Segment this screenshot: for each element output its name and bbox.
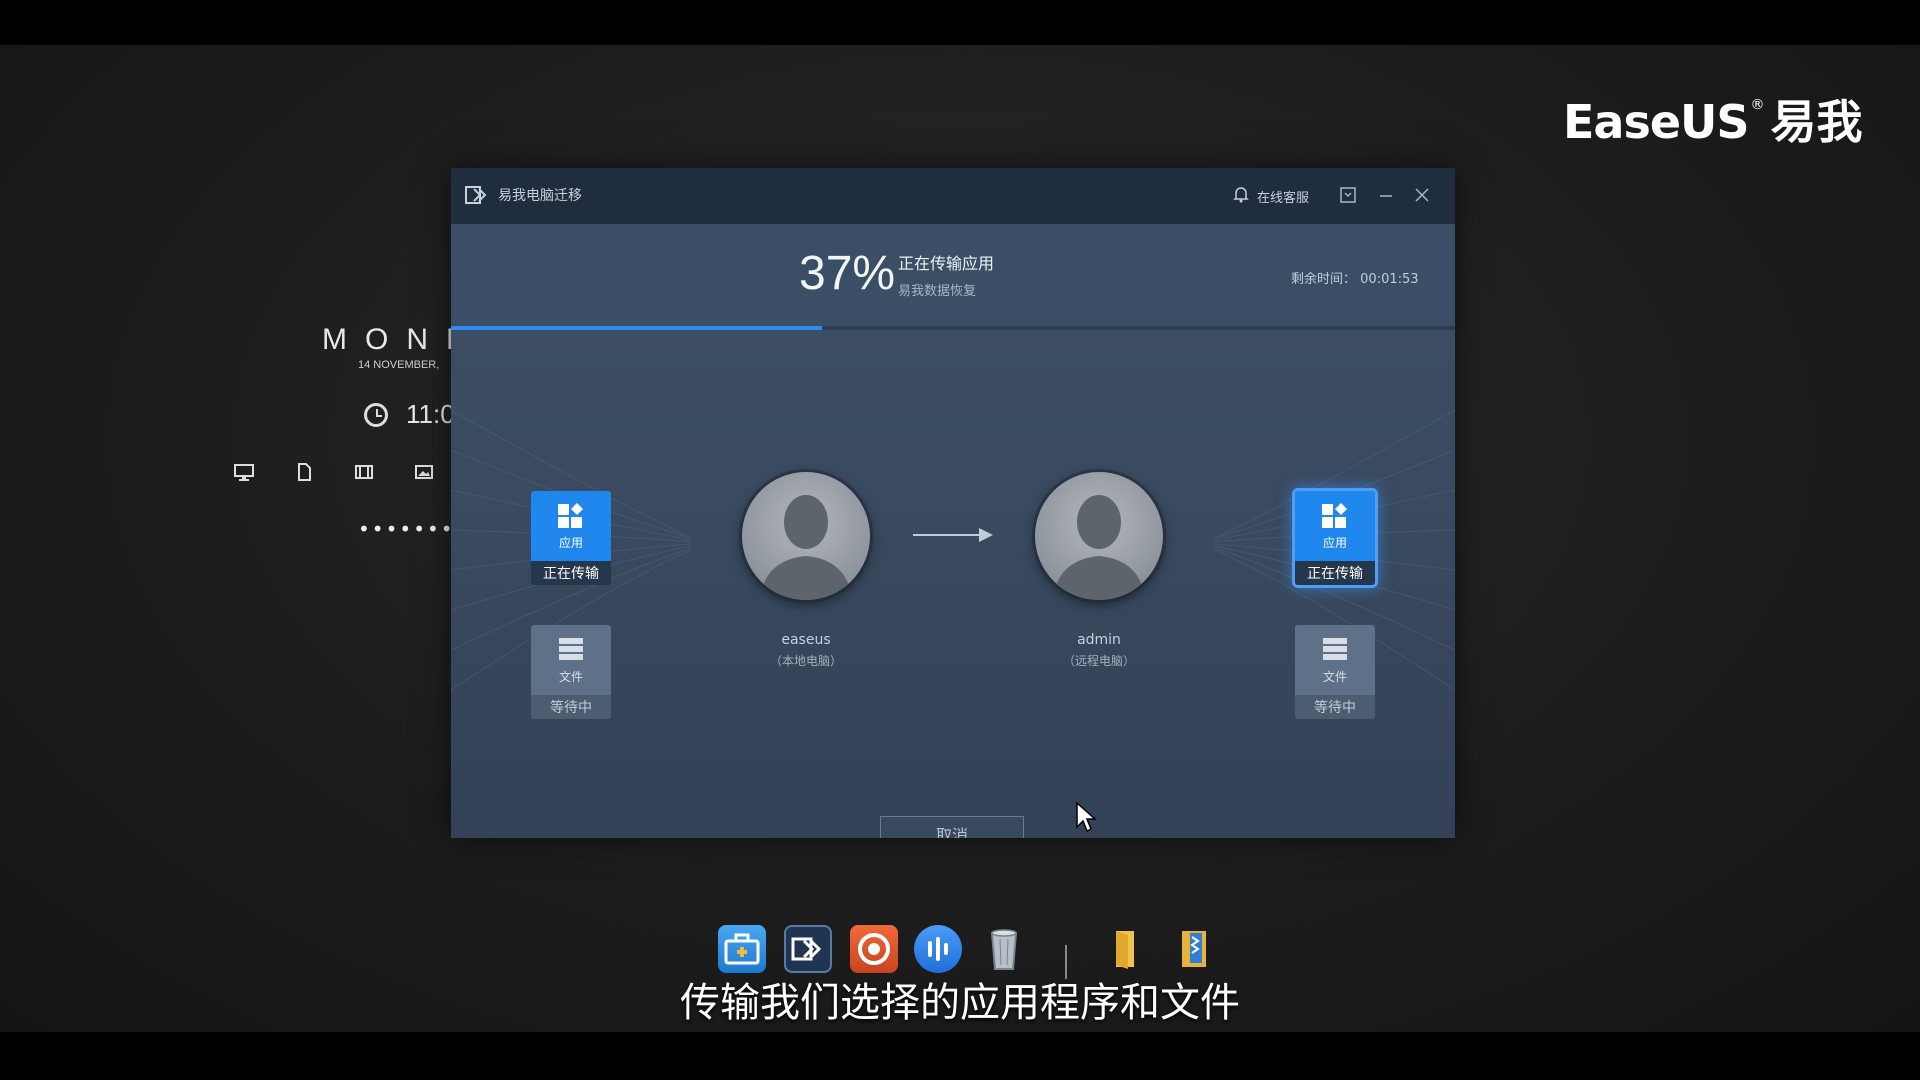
source-user-avatar: [742, 472, 870, 600]
target-file-tile-top: 文件: [1295, 625, 1375, 695]
todo-pctrans-icon: [791, 937, 822, 961]
support-bell-icon[interactable]: [1233, 185, 1249, 203]
menu-dropdown-button[interactable]: [1335, 182, 1361, 208]
files-icon: [559, 637, 583, 660]
dock-toolbox[interactable]: [718, 925, 766, 973]
close-icon: [1415, 188, 1429, 202]
files-icon: [1323, 637, 1347, 660]
minimize-icon: [1380, 195, 1392, 197]
dock-recycle-bin[interactable]: [980, 925, 1028, 973]
clock-icon: [364, 403, 388, 427]
recycle-bin-icon: [990, 929, 1018, 970]
transfer-arrow-icon: [913, 528, 993, 542]
transfer-stage: 应用 正在传输 文件 等待中 应用 正在传输 文件 等待中 easeus （本地…: [451, 330, 1455, 838]
target-file-label: 文件: [1322, 669, 1347, 684]
target-user-name: admin: [1077, 632, 1121, 648]
voice-icon: [928, 937, 948, 961]
image-icon[interactable]: [414, 463, 434, 481]
widget-icon-row: [234, 463, 434, 481]
target-app-tile: 应用 正在传输: [1295, 491, 1375, 585]
brand-name-cn: 易我: [1770, 95, 1863, 149]
document-icon[interactable]: [294, 463, 314, 481]
date-label: 14 NOVEMBER,: [358, 359, 440, 371]
letterbox-bottom: [0, 1032, 1920, 1080]
record-icon: [858, 933, 890, 965]
brand-logo: EaseUS ® 易我: [1563, 92, 1863, 152]
dock-pctrans[interactable]: [784, 925, 832, 973]
archive-icon: [1182, 931, 1206, 967]
desktop: EaseUS ® 易我 MONDAY 14 NOVEMBER, 11:0 •••…: [0, 45, 1920, 1032]
toolbox-icon: [724, 933, 760, 965]
minimize-button[interactable]: [1373, 182, 1399, 208]
progress-percent: 37%: [799, 247, 896, 300]
close-button[interactable]: [1409, 182, 1435, 208]
source-user-name: easeus: [781, 632, 831, 648]
folder-icon: [1116, 931, 1134, 969]
source-app-tile-top: 应用: [531, 491, 611, 561]
source-file-status: 等待中: [531, 695, 611, 719]
remaining-time-value: 00:01:53: [1360, 272, 1419, 287]
brand-registered-mark: ®: [1750, 97, 1765, 113]
monitor-icon[interactable]: [234, 463, 254, 481]
source-file-tile: 文件 等待中: [531, 625, 611, 719]
target-app-label: 应用: [1322, 535, 1347, 550]
brand-name-en: EaseUS: [1563, 95, 1750, 149]
dock-voice[interactable]: [914, 925, 962, 973]
target-user-avatar: [1035, 472, 1163, 600]
source-user-role: （本地电脑）: [769, 654, 842, 668]
source-file-tile-top: 文件: [531, 625, 611, 695]
target-app-status: 正在传输: [1295, 561, 1375, 585]
source-app-status: 正在传输: [531, 561, 611, 585]
target-file-tile: 文件 等待中: [1295, 625, 1375, 719]
online-support-link[interactable]: 在线客服: [1257, 187, 1309, 206]
target-app-tile-top: 应用: [1295, 491, 1375, 561]
apps-icon: [1322, 502, 1347, 528]
transfer-status: 正在传输应用: [898, 254, 995, 273]
target-file-status: 等待中: [1295, 695, 1375, 719]
source-app-tile: 应用 正在传输: [531, 491, 611, 585]
user-silhouette-icon: [1053, 495, 1145, 600]
source-file-label: 文件: [558, 669, 583, 684]
remaining-time-label: 剩余时间：: [1291, 272, 1357, 287]
source-app-label: 应用: [558, 535, 583, 550]
transfer-status-area: 37% 正在传输应用 易我数据恢复 剩余时间： 00:01:53: [451, 224, 1455, 326]
dock-folder[interactable]: [1104, 925, 1152, 973]
video-subtitle: 传输我们选择的应用程序和文件: [680, 980, 1240, 1026]
dock-recorder[interactable]: [850, 925, 898, 973]
film-icon[interactable]: [354, 463, 374, 481]
cancel-button[interactable]: 取消: [880, 816, 1024, 838]
dropdown-menu-icon: [1340, 187, 1356, 203]
current-item: 易我数据恢复: [898, 284, 977, 299]
target-user-role: （远程电脑）: [1062, 654, 1135, 668]
titlebar: 易我电脑迁移 在线客服: [451, 168, 1455, 224]
window-title: 易我电脑迁移: [498, 188, 582, 204]
app-window: 易我电脑迁移 在线客服 37% 正在传输应用 易我数据恢复 剩余时间： 00:0…: [451, 168, 1455, 838]
user-silhouette-icon: [760, 495, 852, 600]
dock-archive[interactable]: [1170, 925, 1218, 973]
letterbox-top: [0, 0, 1920, 45]
mouse-cursor-icon: [1076, 801, 1097, 833]
apps-icon: [558, 502, 583, 528]
remaining-time: 剩余时间： 00:01:53: [1291, 268, 1419, 287]
app-logo-icon: [465, 186, 487, 204]
